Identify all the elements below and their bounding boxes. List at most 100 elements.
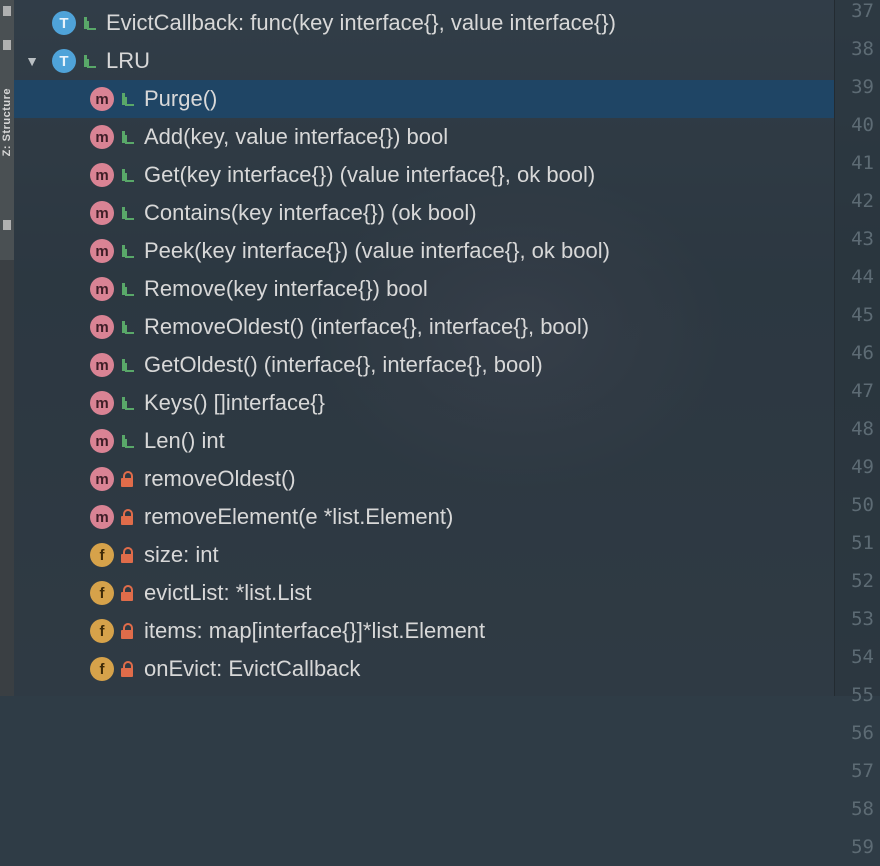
editor-line-gutter: 37 38 39 40 41 42 43 44 45 46 47 48 49 50 51 52 53 54 55 56…: [835, 0, 880, 858]
method-icon: m: [90, 391, 114, 415]
line-number: 51: [851, 532, 874, 554]
tree-item-label: removeElement(e *list.Element): [144, 504, 454, 529]
tree-item-label: Get(key interface{}) (value interface{},…: [144, 162, 596, 187]
tree-item[interactable]: m RemoveOldest() (interface{}, interface{…: [14, 308, 834, 346]
tree-item[interactable]: f evictList: *list.List: [14, 574, 834, 612]
private-lock-icon: [120, 623, 134, 639]
tree-item-label: Contains(key interface{}) (ok bool): [144, 200, 477, 225]
tree-item[interactable]: f items: map[interface{}]*list.Element: [14, 612, 834, 650]
method-icon: m: [90, 125, 114, 149]
tree-item[interactable]: f onEvict: EvictCallback: [14, 650, 834, 688]
method-icon: m: [90, 353, 114, 377]
tree-item[interactable]: m Add(key, value interface{}) bool: [14, 118, 834, 156]
line-number: 58: [851, 798, 874, 820]
public-visibility-icon: [120, 205, 134, 221]
type-icon: T: [52, 11, 76, 35]
structure-tab-label: Z: Structure: [1, 88, 13, 157]
public-visibility-icon: [120, 91, 134, 107]
line-number: 47: [851, 380, 874, 402]
method-icon: m: [90, 163, 114, 187]
line-number: 44: [851, 266, 874, 288]
tree-item-label: removeOldest(): [144, 466, 296, 491]
type-icon: T: [52, 49, 76, 73]
private-lock-icon: [120, 547, 134, 563]
private-lock-icon: [120, 585, 134, 601]
expand-arrow-icon[interactable]: ▼: [24, 53, 40, 69]
public-visibility-icon: [120, 357, 134, 373]
tree-item-label: onEvict: EvictCallback: [144, 656, 361, 681]
line-number: 48: [851, 418, 874, 440]
public-visibility-icon: [82, 53, 96, 69]
line-number: 46: [851, 342, 874, 364]
method-icon: m: [90, 87, 114, 111]
structure-icon: [3, 6, 11, 16]
line-number: 45: [851, 304, 874, 326]
line-number: 55: [851, 684, 874, 706]
line-number: 57: [851, 760, 874, 782]
method-icon: m: [90, 277, 114, 301]
private-lock-icon: [120, 471, 134, 487]
line-number: 39: [851, 76, 874, 98]
line-number: 56: [851, 722, 874, 744]
tree-item[interactable]: m Contains(key interface{}) (ok bool): [14, 194, 834, 232]
line-number: 40: [851, 114, 874, 136]
tree-item-label: evictList: *list.List: [144, 580, 312, 605]
tree-item[interactable]: m removeOldest(): [14, 460, 834, 498]
method-icon: m: [90, 467, 114, 491]
structure-panel: T EvictCallback: func(key interface{}, va…: [14, 0, 835, 696]
tree-item-label: Keys() []interface{}: [144, 390, 325, 415]
field-icon: f: [90, 543, 114, 567]
tree-item-label: items: map[interface{}]*list.Element: [144, 618, 486, 643]
favorites-icon: [3, 220, 11, 230]
field-icon: f: [90, 619, 114, 643]
tree-item[interactable]: m GetOldest() (interface{}, interface{}, …: [14, 346, 834, 384]
method-icon: m: [90, 505, 114, 529]
method-icon: m: [90, 201, 114, 225]
public-visibility-icon: [120, 167, 134, 183]
private-lock-icon: [120, 509, 134, 525]
tree-item[interactable]: m Remove(key interface{}) bool: [14, 270, 834, 308]
tree-item-label: Peek(key interface{}) (value interface{}…: [144, 238, 610, 263]
public-visibility-icon: [120, 433, 134, 449]
line-number: 53: [851, 608, 874, 630]
field-icon: f: [90, 657, 114, 681]
tree-item[interactable]: ▼ T LRU: [14, 42, 834, 80]
line-number: 41: [851, 152, 874, 174]
tree-item[interactable]: m Peek(key interface{}) (value interface{…: [14, 232, 834, 270]
public-visibility-icon: [82, 15, 96, 31]
method-icon: m: [90, 239, 114, 263]
line-number: 43: [851, 228, 874, 250]
tree-item-label: LRU: [106, 48, 151, 73]
tree-item-label: GetOldest() (interface{}, interface{}, b…: [144, 352, 543, 377]
line-number: 38: [851, 38, 874, 60]
private-lock-icon: [120, 661, 134, 677]
line-number: 54: [851, 646, 874, 668]
public-visibility-icon: [120, 395, 134, 411]
line-number: 52: [851, 570, 874, 592]
tree-item-label: Remove(key interface{}) bool: [144, 276, 428, 301]
method-icon: m: [90, 429, 114, 453]
tree-item[interactable]: m Keys() []interface{}: [14, 384, 834, 422]
pin-icon: [3, 40, 11, 50]
tree-item-label: Len() int: [144, 428, 225, 453]
tree-item[interactable]: T EvictCallback: func(key interface{}, va…: [14, 4, 834, 42]
public-visibility-icon: [120, 129, 134, 145]
tree-item[interactable]: f size: int: [14, 536, 834, 574]
line-number: 37: [851, 0, 874, 22]
field-icon: f: [90, 581, 114, 605]
tree-item[interactable]: m Len() int: [14, 422, 834, 460]
structure-tool-tab[interactable]: Z: Structure: [0, 0, 14, 260]
tree-item-label: EvictCallback: func(key interface{}, val…: [106, 10, 616, 35]
tree-item-label: size: int: [144, 542, 219, 567]
line-number: 59: [851, 836, 874, 858]
tree-item-label: Purge(): [144, 86, 218, 111]
tree-item[interactable]: m Get(key interface{}) (value interface{}…: [14, 156, 834, 194]
method-icon: m: [90, 315, 114, 339]
public-visibility-icon: [120, 243, 134, 259]
tree-item-label: Add(key, value interface{}) bool: [144, 124, 449, 149]
tree-item[interactable]: m Purge(): [14, 80, 834, 118]
line-number: 49: [851, 456, 874, 478]
line-number: 50: [851, 494, 874, 516]
line-number: 42: [851, 190, 874, 212]
tree-item[interactable]: m removeElement(e *list.Element): [14, 498, 834, 536]
